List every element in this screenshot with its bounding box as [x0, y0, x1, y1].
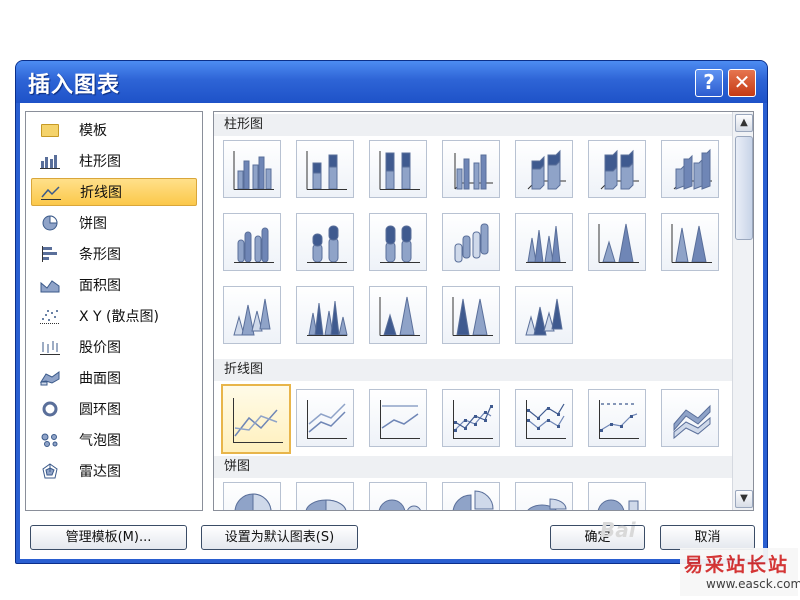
category-label: 气泡图 — [79, 433, 121, 449]
help-button[interactable]: ? — [695, 69, 723, 97]
dialog-title: 插入图表 — [28, 73, 121, 98]
chart-thumb-stacked-line[interactable] — [296, 389, 354, 447]
chart-thumb-stacked-pyramid[interactable] — [369, 286, 427, 344]
area-chart-icon — [39, 276, 61, 294]
line-chart-icon — [40, 183, 62, 201]
category-label: 饼图 — [79, 216, 107, 232]
category-pie[interactable]: 饼图 — [31, 209, 197, 237]
help-icon: ? — [703, 70, 715, 94]
chart-thumb-3d-cylinder[interactable] — [442, 213, 500, 271]
chart-thumb-3d-stacked-column[interactable] — [515, 140, 573, 198]
chart-thumb-100-stacked-column[interactable] — [369, 140, 427, 198]
insert-chart-dialog: 插入图表 ? ✕ 模板 柱形图 折线图 饼图 条形图 面积图 X Y (散点图)… — [15, 60, 768, 564]
chart-thumb-stacked-cone[interactable] — [588, 213, 646, 271]
chart-thumb-stacked-line-with-markers[interactable] — [515, 389, 573, 447]
doughnut-chart-icon — [39, 400, 61, 418]
scroll-down-button[interactable]: ▼ — [735, 490, 753, 508]
chart-thumb-clustered-cylinder[interactable] — [223, 213, 281, 271]
category-label: 柱形图 — [79, 154, 121, 170]
stock-chart-icon — [39, 338, 61, 356]
pie-chart-icon — [39, 214, 61, 232]
category-label: 模板 — [79, 123, 107, 139]
category-label: 面积图 — [79, 278, 121, 294]
category-doughnut[interactable]: 圆环图 — [31, 395, 197, 423]
dialog-body: 模板 柱形图 折线图 饼图 条形图 面积图 X Y (散点图) 股价图 曲面图 … — [20, 103, 763, 559]
scroll-thumb[interactable] — [735, 136, 753, 240]
category-stock[interactable]: 股价图 — [31, 333, 197, 361]
baidu-watermark: Bai — [600, 518, 636, 542]
chart-thumb-clustered-pyramid[interactable] — [296, 286, 354, 344]
chart-thumb-line-with-markers[interactable] — [442, 389, 500, 447]
cancel-button[interactable]: 取消 — [660, 525, 755, 550]
chevron-up-icon: ▲ — [740, 117, 748, 128]
category-label: 条形图 — [79, 247, 121, 263]
scatter-chart-icon — [39, 307, 61, 325]
chart-category-list: 模板 柱形图 折线图 饼图 条形图 面积图 X Y (散点图) 股价图 曲面图 … — [25, 111, 203, 511]
category-label: X Y (散点图) — [79, 309, 159, 325]
title-bar[interactable]: 插入图表 ? ✕ — [16, 61, 767, 103]
chart-thumb-line[interactable] — [221, 384, 291, 454]
chart-thumb-100-stacked-line[interactable] — [369, 389, 427, 447]
chart-thumb-3d-100-stacked-column[interactable] — [588, 140, 646, 198]
manage-templates-button[interactable]: 管理模板(M)... — [30, 525, 187, 550]
scroll-up-button[interactable]: ▲ — [735, 114, 753, 132]
chart-thumb-pie-of-pie[interactable] — [369, 482, 427, 510]
category-label: 圆环图 — [79, 402, 121, 418]
chart-thumb-100-stacked-line-with-markers[interactable] — [588, 389, 646, 447]
category-column[interactable]: 柱形图 — [31, 147, 197, 175]
category-line[interactable]: 折线图 — [31, 178, 197, 206]
site-watermark: 易采站长站 www.easck.com — [680, 548, 800, 596]
chart-gallery: 柱形图 折线图 饼图 ▲ ▼ — [213, 111, 754, 511]
chart-thumb-pie[interactable] — [223, 482, 281, 510]
chart-thumb-3d-line[interactable] — [661, 389, 719, 447]
chart-thumb-3d-pyramid[interactable] — [515, 286, 573, 344]
close-button[interactable]: ✕ — [728, 69, 756, 97]
watermark-url: www.easck.com — [706, 577, 800, 591]
close-icon: ✕ — [733, 70, 751, 94]
category-label: 折线图 — [80, 185, 122, 201]
surface-chart-icon — [39, 369, 61, 387]
radar-chart-icon — [39, 462, 61, 480]
section-header-pie: 饼图 — [214, 456, 732, 478]
chart-thumb-3d-column[interactable] — [661, 140, 719, 198]
category-bubble[interactable]: 气泡图 — [31, 426, 197, 454]
folder-icon — [39, 121, 61, 139]
chart-thumb-100-stacked-cylinder[interactable] — [369, 213, 427, 271]
section-header-line: 折线图 — [214, 359, 732, 381]
chart-thumb-clustered-cone[interactable] — [515, 213, 573, 271]
chart-thumb-3d-pie[interactable] — [296, 482, 354, 510]
watermark-title: 易采站长站 — [684, 554, 790, 576]
chart-thumb-stacked-column[interactable] — [296, 140, 354, 198]
gallery-scrollbar[interactable]: ▲ ▼ — [732, 112, 753, 510]
chart-thumb-stacked-cylinder[interactable] — [296, 213, 354, 271]
chart-thumb-3d-exploded-pie[interactable] — [515, 482, 573, 510]
chart-thumb-clustered-column[interactable] — [223, 140, 281, 198]
set-default-chart-button[interactable]: 设置为默认图表(S) — [201, 525, 358, 550]
category-area[interactable]: 面积图 — [31, 271, 197, 299]
category-surface[interactable]: 曲面图 — [31, 364, 197, 392]
category-label: 雷达图 — [79, 464, 121, 480]
chart-thumb-3d-clustered-column[interactable] — [442, 140, 500, 198]
bubble-chart-icon — [39, 431, 61, 449]
bar-chart-icon — [39, 245, 61, 263]
chart-thumb-100-stacked-cone[interactable] — [661, 213, 719, 271]
chevron-down-icon: ▼ — [740, 493, 748, 504]
category-scatter[interactable]: X Y (散点图) — [31, 302, 197, 330]
section-header-column: 柱形图 — [214, 114, 732, 136]
category-bar[interactable]: 条形图 — [31, 240, 197, 268]
category-templates[interactable]: 模板 — [31, 116, 197, 144]
chart-thumb-exploded-pie[interactable] — [442, 482, 500, 510]
category-radar[interactable]: 雷达图 — [31, 457, 197, 485]
category-label: 曲面图 — [79, 371, 121, 387]
category-label: 股价图 — [79, 340, 121, 356]
chart-thumb-100-stacked-pyramid[interactable] — [442, 286, 500, 344]
chart-thumb-3d-cone[interactable] — [223, 286, 281, 344]
column-chart-icon — [39, 152, 61, 170]
chart-thumb-bar-of-pie[interactable] — [588, 482, 646, 510]
